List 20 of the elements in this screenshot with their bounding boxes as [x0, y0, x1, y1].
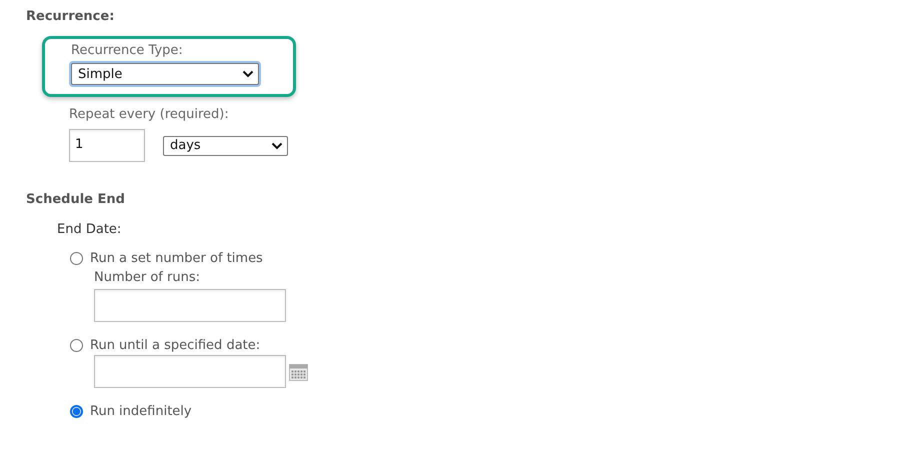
dropdown[interactable]: days	[163, 136, 288, 156]
section-heading: Schedule End	[26, 192, 126, 209]
option-label[interactable]: Run indefinitely	[90, 404, 192, 418]
option-label[interactable]: Run a set number of times	[90, 250, 263, 266]
field-label: Number of runs:	[94, 270, 201, 287]
dropdown[interactable]: Simple	[71, 63, 259, 85]
date-field[interactable]	[94, 355, 286, 388]
caret-icon	[271, 142, 283, 150]
input-field[interactable]	[94, 289, 286, 322]
radio-button[interactable]	[70, 252, 83, 264]
caret-icon	[242, 70, 254, 78]
radio-button[interactable]	[70, 404, 83, 418]
field-label: Repeat every (required):	[69, 107, 230, 124]
field-label: Recurrence Type:	[71, 43, 184, 60]
option-label[interactable]: Run until a specified date:	[90, 338, 260, 352]
field-label: End Date:	[57, 222, 122, 239]
calendar-icon[interactable]	[289, 364, 308, 381]
section-heading: Recurrence:	[26, 9, 116, 26]
radio-button[interactable]	[70, 338, 83, 352]
input-field[interactable]: 1	[69, 129, 145, 162]
